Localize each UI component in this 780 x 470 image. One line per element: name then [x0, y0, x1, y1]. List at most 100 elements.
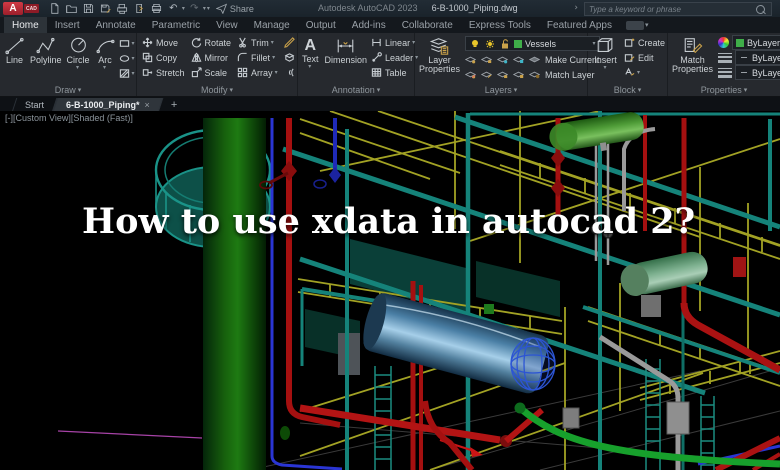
rectangle-button[interactable]: ▾ — [119, 37, 135, 50]
panel-label-block[interactable]: Block ▾ — [588, 83, 667, 96]
polyline-icon — [36, 37, 55, 54]
object-color-row[interactable]: ByLayer ▾ — [718, 35, 780, 50]
file-tab-start[interactable]: Start — [11, 98, 58, 112]
mirror-button[interactable]: Mirror — [191, 51, 232, 64]
export-icon[interactable] — [132, 2, 147, 15]
print-icon[interactable] — [149, 2, 164, 15]
layer-off-icon[interactable] — [465, 54, 477, 65]
make-current-icon[interactable] — [529, 54, 541, 65]
circle-button[interactable]: Circle ▾ — [65, 36, 92, 72]
layer-unisolate-icon[interactable] — [465, 69, 477, 80]
trim-button[interactable]: Trim ▾ — [237, 36, 278, 49]
ribbon-tab-parametric[interactable]: Parametric — [144, 17, 208, 33]
search-box[interactable] — [584, 2, 772, 16]
move-button[interactable]: Move — [142, 36, 185, 49]
search-caret-icon[interactable]: › — [574, 3, 578, 13]
new-drawing-tab-button[interactable]: + — [171, 99, 177, 111]
linetype-selector[interactable]: ByLayer — [735, 65, 780, 80]
ribbon-tab-insert[interactable]: Insert — [47, 17, 88, 33]
insert-button[interactable]: Insert ▾ — [590, 36, 621, 72]
panel-label-layers[interactable]: Layers ▾ — [415, 83, 587, 96]
ellipse-button[interactable]: ▾ — [119, 52, 135, 65]
leader-button[interactable]: Leader ▾ — [371, 51, 418, 64]
fillet-button[interactable]: Fillet ▾ — [237, 51, 278, 64]
dimension-button[interactable]: Dimension — [323, 36, 370, 65]
scale-button[interactable]: Scale — [191, 66, 232, 79]
open-icon[interactable] — [64, 2, 79, 15]
panel-label-properties[interactable]: Properties ▾ — [668, 83, 780, 96]
panel-label-modify[interactable]: Modify ▾ — [137, 83, 297, 96]
share-button[interactable]: Share — [215, 3, 254, 14]
plot-icon[interactable] — [115, 2, 130, 15]
new-file-icon[interactable] — [47, 2, 62, 15]
undo-dropdown-icon[interactable]: ▾ — [182, 5, 185, 12]
ribbon-display-toggle[interactable]: ▾ — [625, 17, 648, 33]
create-block-button[interactable]: Create — [624, 36, 665, 49]
ribbon-tab-express-tools[interactable]: Express Tools — [461, 17, 539, 33]
layer-selector[interactable]: Vessels ▾ — [465, 36, 600, 51]
layer-properties-button[interactable]: Layer Properties — [417, 36, 462, 75]
array-button[interactable]: Array ▾ — [237, 66, 278, 79]
save-as-icon[interactable] — [98, 2, 113, 15]
stretch-button[interactable]: Stretch — [142, 66, 185, 79]
search-input[interactable] — [585, 4, 756, 14]
leader-icon — [372, 52, 382, 62]
save-icon[interactable] — [81, 2, 96, 15]
drawing-viewport[interactable]: [-][Custom View][Shaded (Fast)] How to u… — [0, 111, 780, 470]
ribbon-tab-manage[interactable]: Manage — [246, 17, 298, 33]
layer-lock-icon[interactable] — [513, 54, 525, 65]
autocad-logo[interactable]: A — [3, 2, 23, 15]
ribbon-tab-collaborate[interactable]: Collaborate — [394, 17, 461, 33]
chevron-down-icon[interactable]: ▾ — [76, 65, 79, 72]
match-properties-button[interactable]: Match Properties — [670, 36, 715, 75]
layer-thaw-icon[interactable] — [481, 69, 493, 80]
rotate-button[interactable]: Rotate — [191, 36, 231, 49]
panel-label-draw[interactable]: Draw ▾ — [0, 83, 136, 96]
edit-attributes-button[interactable]: ▾ — [624, 66, 665, 79]
3d-piping-model — [57, 111, 780, 470]
panel-label-annotation[interactable]: Annotation ▾ — [298, 83, 414, 96]
color-wheel-icon — [718, 37, 730, 48]
file-tab-document[interactable]: 6-B-1000_Piping* × — [52, 98, 164, 112]
text-button[interactable]: A Text ▾ — [300, 36, 321, 71]
app-title: Autodesk AutoCAD 2023 — [318, 3, 418, 13]
viewport-controls[interactable]: [-][Custom View][Shaded (Fast)] — [5, 113, 133, 123]
linear-button[interactable]: Linear ▾ — [371, 36, 418, 49]
layer-freeze-icon[interactable] — [497, 54, 509, 65]
column-nozzle — [280, 426, 290, 440]
hatch-button[interactable]: ▾ — [119, 67, 135, 80]
explode-button[interactable] — [284, 51, 295, 64]
scale-icon — [191, 67, 202, 78]
layer-on-icon[interactable] — [497, 69, 509, 80]
match-layer-icon[interactable] — [529, 69, 541, 80]
ribbon-tab-view[interactable]: View — [208, 17, 246, 33]
lineweight-row[interactable]: ByLayer — [718, 50, 780, 65]
ellipse-icon — [119, 55, 129, 62]
qat-overflow-icon[interactable]: ▾ — [207, 5, 210, 12]
chevron-down-icon[interactable]: ▾ — [103, 65, 106, 72]
erase-button[interactable] — [283, 36, 295, 49]
close-icon[interactable]: × — [145, 100, 150, 110]
arc-button[interactable]: Arc ▾ — [93, 36, 118, 72]
ribbon-tab-addins[interactable]: Add-ins — [344, 17, 394, 33]
table-button[interactable]: Table — [371, 66, 418, 79]
redo-icon[interactable]: ↷ — [187, 2, 202, 15]
ribbon-tab-output[interactable]: Output — [298, 17, 344, 33]
undo-icon[interactable]: ↶ — [166, 2, 181, 15]
linetype-row[interactable]: ByLayer — [718, 65, 780, 80]
search-icon[interactable] — [756, 4, 765, 14]
copy-button[interactable]: Copy — [142, 51, 185, 64]
ribbon-tab-annotate[interactable]: Annotate — [88, 17, 144, 33]
eraser-pencil-icon — [283, 37, 295, 48]
polyline-button[interactable]: Polyline — [28, 36, 64, 65]
line-button[interactable]: Line — [2, 36, 27, 65]
edit-block-button[interactable]: Edit — [624, 51, 665, 64]
layer-isolate-icon[interactable] — [481, 54, 493, 65]
lineweight-selector[interactable]: ByLayer — [735, 50, 780, 65]
ribbon-tab-featured-apps[interactable]: Featured Apps — [539, 17, 620, 33]
redo-dropdown-icon[interactable]: ▾ — [203, 5, 206, 12]
ribbon-tab-home[interactable]: Home — [4, 17, 47, 33]
color-selector[interactable]: ByLayer ▾ — [732, 35, 780, 50]
offset-button[interactable] — [284, 66, 295, 79]
layer-unlock-icon[interactable] — [513, 69, 525, 80]
